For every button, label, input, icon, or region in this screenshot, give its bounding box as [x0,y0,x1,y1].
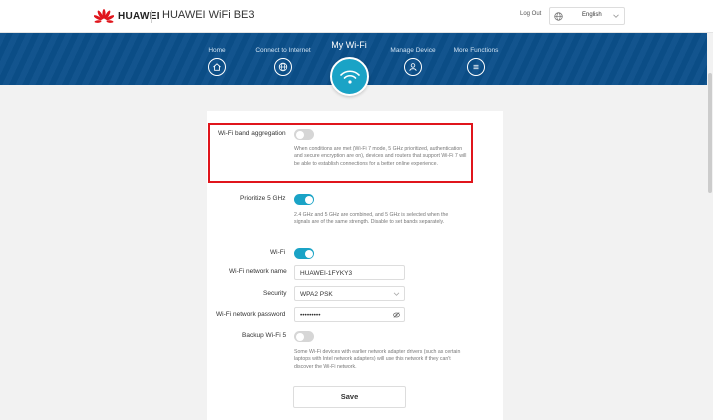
wifi-icon [339,69,360,84]
security-select[interactable]: WPA2 PSK [294,286,405,301]
language-select[interactable]: English [549,7,625,25]
wifi-toggle[interactable] [294,248,314,259]
backup-wifi5-label: Backup Wi-Fi 5 [242,332,287,339]
prioritize-5ghz-label: Prioritize 5 GHz [240,195,286,202]
brand-name: HUAWEI [118,11,160,22]
backup-wifi5-description: Some Wi-Fi devices with earlier network … [294,349,461,370]
backup-wifi5-toggle[interactable] [294,331,314,342]
my-wifi-active-button[interactable] [330,57,369,96]
nav-connect-internet[interactable]: Connect to Internet [252,33,314,76]
nav-home[interactable]: Home [200,33,234,76]
password-input[interactable]: ••••••••• [294,307,405,322]
save-button[interactable]: Save [293,386,406,408]
logout-link[interactable]: Log Out [520,11,541,17]
prioritize-5ghz-description: 2.4 GHz and 5 GHz are combined, and 5 GH… [294,212,449,226]
nav-more-label: More Functions [453,47,499,54]
nav-my-wifi-label: My Wi-Fi [331,40,367,50]
user-icon [404,58,422,76]
eye-hidden-icon[interactable] [393,312,400,318]
password-label: Wi-Fi network password [216,311,286,318]
scrollbar[interactable] [707,33,713,420]
network-name-input[interactable]: HUAWEI-1FYKY3 [294,265,405,280]
internet-globe-icon [274,58,292,76]
nav-manage-device[interactable]: Manage Device [388,33,438,76]
wifi-label: Wi-Fi [270,249,286,256]
huawei-petal-icon [94,9,114,23]
password-value: ••••••••• [300,311,321,319]
menu-icon [467,58,485,76]
chevron-down-icon [393,292,400,296]
nav-home-label: Home [208,47,226,54]
nav-more-functions[interactable]: More Functions [451,33,501,76]
security-label: Security [263,290,287,297]
globe-icon [554,12,563,21]
product-name: HUAWEI WiFi BE3 [162,9,255,21]
nav-my-wifi[interactable]: My Wi-Fi [322,33,376,50]
security-value: WPA2 PSK [300,290,333,298]
network-name-label: Wi-Fi network name [229,268,287,275]
top-header: HUAWEI HUAWEI WiFi BE3 Log Out English [0,0,713,33]
home-icon [208,58,226,76]
scrollbar-thumb[interactable] [708,73,712,193]
language-value: English [582,12,602,18]
nav-manage-label: Manage Device [390,47,436,54]
header-divider [151,10,152,23]
highlight-box [208,123,473,183]
huawei-logo: HUAWEI [94,9,160,24]
prioritize-5ghz-toggle[interactable] [294,194,314,205]
nav-connect-label: Connect to Internet [255,47,311,54]
chevron-down-icon [613,14,619,18]
